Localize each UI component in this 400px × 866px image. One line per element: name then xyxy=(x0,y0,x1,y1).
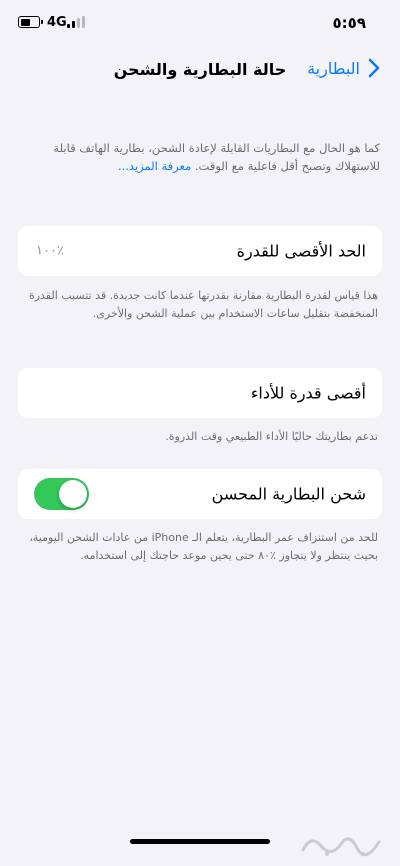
intro-text: كما هو الحال مع البطاريات القابلة لإعادة… xyxy=(20,140,380,176)
watermark-logo xyxy=(301,837,381,857)
status-bar: 4G ٥:٥٩ xyxy=(0,12,400,34)
nav-bar: البطارية حالة البطارية والشحن xyxy=(0,56,400,86)
toggle-knob xyxy=(59,480,87,508)
peak-performance-row: أقصى قدرة للأداء xyxy=(18,368,382,418)
intro-description: كما هو الحال مع البطاريات القابلة لإعادة… xyxy=(53,141,380,173)
learn-more-link[interactable]: معرفة المزيد... xyxy=(118,159,191,173)
signal-icon xyxy=(67,16,87,28)
max-capacity-footnote: هذا قياس لقدرة البطارية مقارنة بقدرتها ع… xyxy=(28,289,378,320)
status-time: ٥:٥٩ xyxy=(332,14,366,32)
home-indicator[interactable] xyxy=(130,839,270,844)
optimized-charging-footnote: للحد من استنزاف عمر البطارية، يتعلم الـ … xyxy=(29,531,378,562)
page-title: حالة البطارية والشحن xyxy=(113,60,287,79)
max-capacity-row: الحد الأقصى للقدرة ٪١٠٠ xyxy=(18,226,382,276)
peak-performance-title: أقصى قدرة للأداء xyxy=(250,383,366,403)
max-capacity-title: الحد الأقصى للقدرة xyxy=(236,241,366,261)
screen: 4G ٥:٥٩ البطارية حالة البطارية والشحن كم… xyxy=(0,0,400,866)
max-capacity-value: ٪١٠٠ xyxy=(36,243,64,259)
optimized-charging-title: شحن البطارية المحسن xyxy=(211,484,366,504)
peak-performance-footnote: تدعم بطاريتك حاليًا الأداء الطبيعي وقت ا… xyxy=(165,430,378,443)
optimized-charging-toggle[interactable] xyxy=(34,478,89,510)
network-type: 4G xyxy=(47,15,67,30)
optimized-charging-row: شحن البطارية المحسن xyxy=(18,469,382,519)
chevron-left-icon xyxy=(368,58,380,78)
back-button[interactable]: البطارية xyxy=(307,58,382,78)
battery-icon xyxy=(18,16,43,28)
back-label: البطارية xyxy=(307,58,360,78)
